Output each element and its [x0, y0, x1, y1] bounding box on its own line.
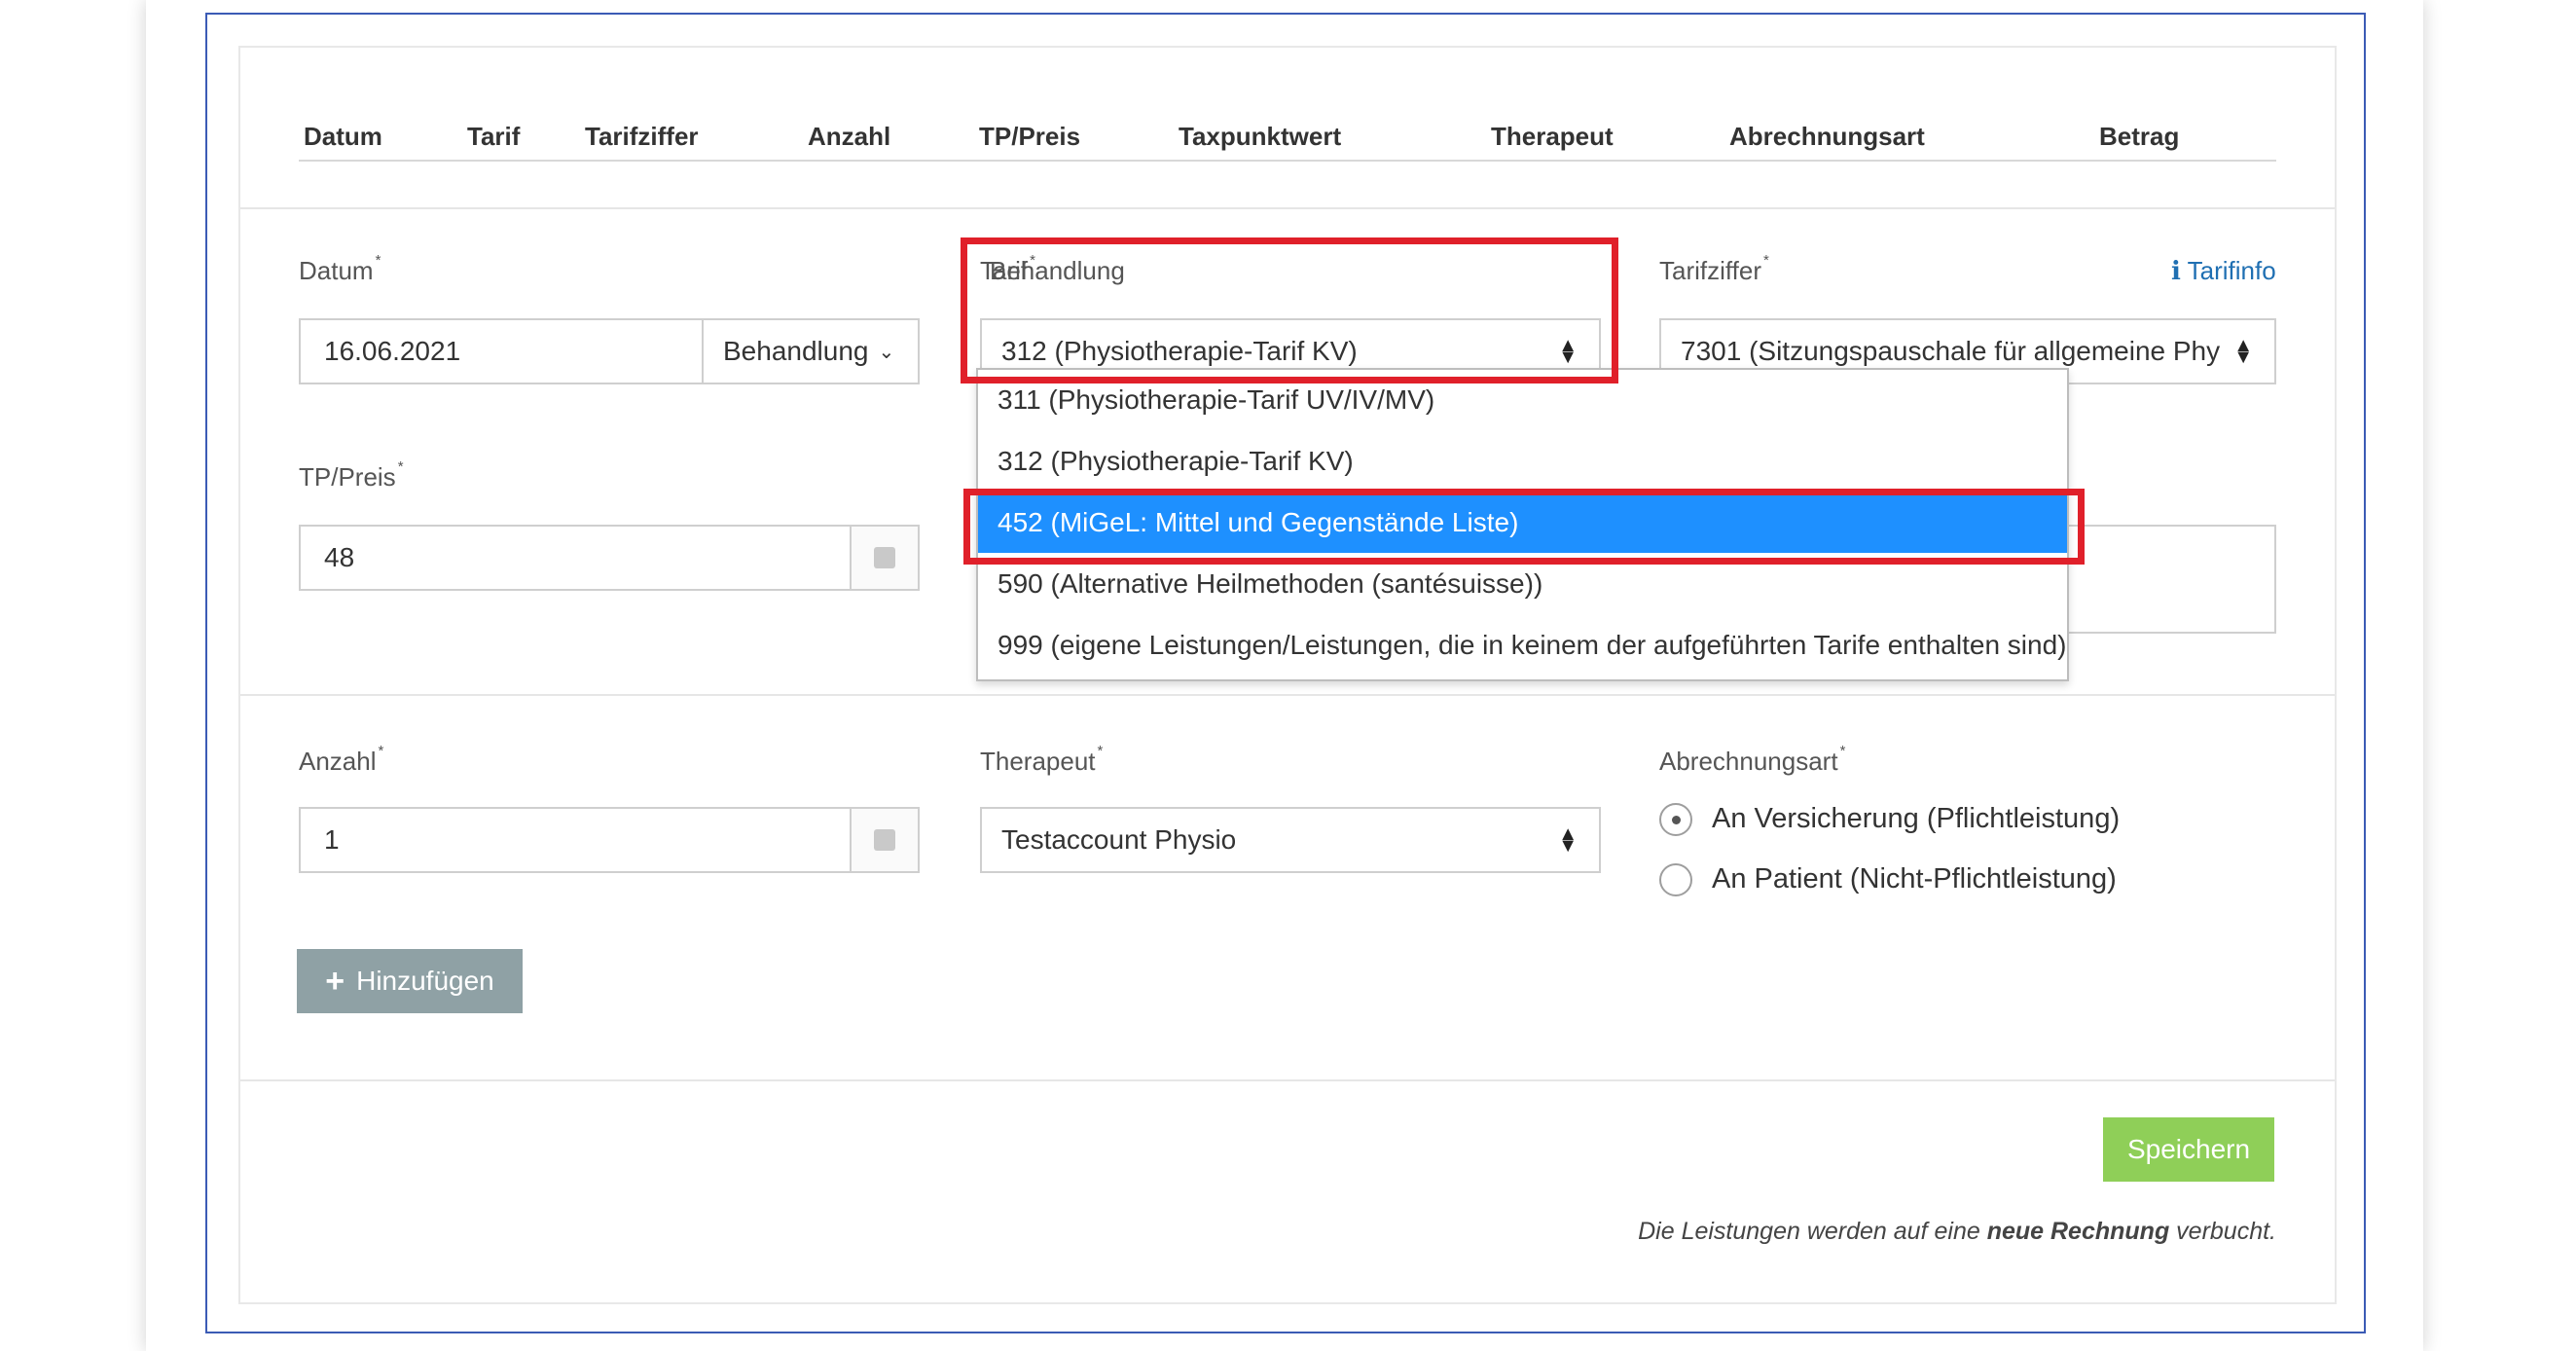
col-therapeut: Therapeut	[1491, 122, 1614, 151]
sort-arrows-icon: ▲ ▼	[1558, 823, 1578, 857]
datum-input[interactable]: 16.06.2021	[299, 318, 704, 384]
save-button[interactable]: Speichern	[2103, 1117, 2274, 1182]
radio-label: An Versicherung (Pflichtleistung)	[1712, 803, 2121, 834]
tp-preis-input[interactable]: 48	[299, 525, 920, 591]
tarifziffer-label: Tarifziffer *	[1659, 252, 1769, 285]
tp-preis-label: TP/Preis *	[299, 458, 404, 492]
behandlung-select[interactable]: Behandlung ⌄	[702, 318, 920, 384]
col-abrechnungsart: Abrechnungsart	[1729, 122, 1925, 151]
col-datum: Datum	[304, 122, 382, 151]
radio-label: An Patient (Nicht-Pflichtleistung)	[1712, 863, 2117, 895]
col-tarifziffer: Tarifziffer	[585, 122, 699, 151]
calculator-icon[interactable]	[850, 527, 918, 589]
calculator-icon[interactable]	[850, 809, 918, 871]
add-button[interactable]: + Hinzufügen	[297, 949, 523, 1013]
section-divider	[240, 207, 2335, 209]
tarifinfo-link[interactable]: i Tarifinfo	[2171, 256, 2276, 286]
section-divider	[240, 694, 2335, 696]
col-tp-preis: TP/Preis	[979, 122, 1081, 151]
footer-note: Die Leistungen werden auf eine neue Rech…	[1638, 1218, 2276, 1245]
annotation-box-option	[963, 489, 2085, 565]
sort-arrows-icon: ▲ ▼	[2228, 336, 2253, 367]
col-betrag: Betrag	[2099, 122, 2180, 151]
anzahl-label: Anzahl *	[299, 743, 384, 776]
anzahl-input[interactable]: 1	[299, 807, 920, 873]
radio-button[interactable]	[1659, 863, 1692, 896]
header-underline	[299, 160, 2276, 162]
abrechnungsart-label: Abrechnungsart *	[1659, 743, 1846, 776]
dropdown-option[interactable]: 999 (eigene Leistungen/Leistungen, die i…	[978, 615, 2067, 676]
therapeut-label: Therapeut *	[980, 743, 1104, 776]
col-tarif: Tarif	[467, 122, 521, 151]
radio-button[interactable]	[1659, 803, 1692, 836]
therapeut-select[interactable]: Testaccount Physio ▲ ▼	[980, 807, 1601, 873]
col-taxpunktwert: Taxpunktwert	[1179, 122, 1342, 151]
plus-icon: +	[325, 962, 345, 1000]
chevron-down-icon: ⌄	[878, 341, 895, 363]
annotation-box-tarif	[961, 237, 1618, 383]
section-divider	[240, 1079, 2335, 1081]
datum-label: Datum *	[299, 252, 381, 285]
dropdown-option[interactable]: 312 (Physiotherapie-Tarif KV)	[978, 431, 2067, 492]
info-icon: i	[2171, 257, 2181, 286]
col-anzahl: Anzahl	[808, 122, 891, 151]
